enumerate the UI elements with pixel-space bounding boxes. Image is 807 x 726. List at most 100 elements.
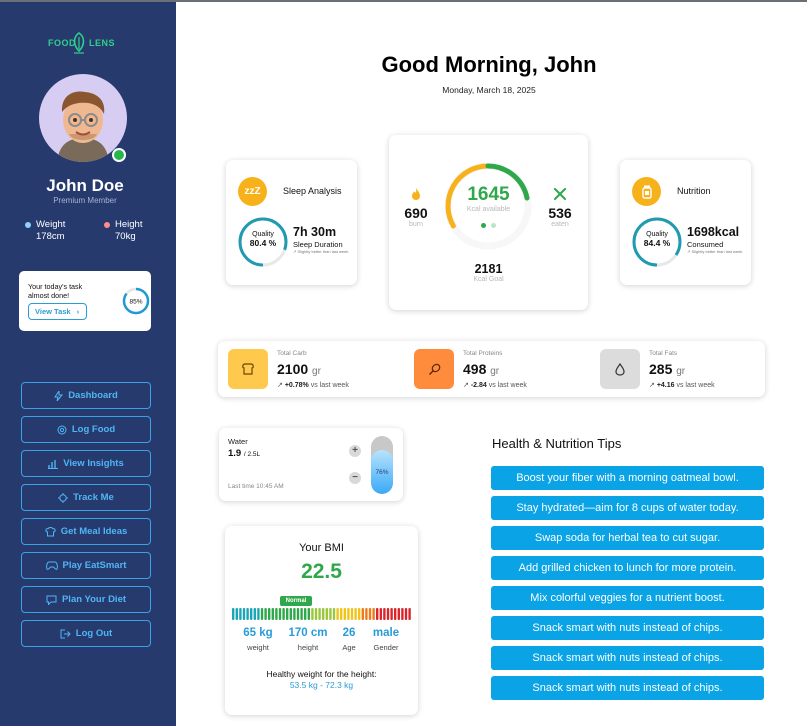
- bmi-scale-segment: [329, 608, 332, 620]
- bmi-scale-segment: [304, 608, 307, 620]
- macro-proteins-trend: ↗ -2.84 vs last week: [463, 382, 527, 389]
- bmi-scale-segment: [300, 608, 303, 620]
- nav-plan-your-diet[interactable]: Plan Your Diet: [21, 586, 151, 613]
- nav-log-food[interactable]: Log Food: [21, 416, 151, 443]
- bmi-age-value: 26: [342, 627, 356, 639]
- sleep-duration-value: 7h 30m: [293, 225, 337, 239]
- nutrition-card[interactable]: Nutrition Quality 84.4 % 1698kcal Consum…: [620, 160, 751, 285]
- task-progress-ring: 85%: [122, 287, 150, 315]
- tip-item[interactable]: Add grilled chicken to lunch for more pr…: [491, 556, 764, 580]
- bmi-scale-segment: [275, 608, 278, 620]
- nutrition-title: Nutrition: [677, 186, 711, 196]
- tip-item[interactable]: Mix colorful veggies for a nutrient boos…: [491, 586, 764, 610]
- nutrition-consumed-value: 1698kcal: [687, 225, 740, 239]
- bmi-scale-segment: [322, 608, 325, 620]
- nav-track-me[interactable]: Track Me: [21, 484, 151, 511]
- app-logo[interactable]: FOOD LENS: [48, 32, 128, 54]
- bmi-scale-segment: [282, 608, 285, 620]
- page-date: Monday, March 18, 2025: [442, 85, 536, 95]
- tip-item[interactable]: Snack smart with nuts instead of chips.: [491, 646, 764, 670]
- height-stat: Height 70kg: [104, 219, 142, 243]
- bmi-scale-bar: [232, 608, 411, 620]
- kcal-goal-label: Kcal Goal: [473, 276, 504, 283]
- nav-log-out[interactable]: Log Out: [21, 620, 151, 647]
- eaten-stat: 536 eaten: [540, 187, 580, 228]
- crosshair-icon: [58, 492, 69, 503]
- logo-text-right: LENS: [89, 38, 116, 48]
- tip-item[interactable]: Swap soda for herbal tea to cut sugar.: [491, 526, 764, 550]
- bmi-gender-label: Gender: [373, 643, 399, 652]
- bmi-scale-segment: [401, 608, 404, 620]
- carousel-dot-active[interactable]: [481, 223, 486, 228]
- nav-view-insights-label: View Insights: [63, 458, 124, 469]
- nav-view-insights[interactable]: View Insights: [21, 450, 151, 477]
- bmi-scale-segment: [278, 608, 282, 620]
- bmi-scale-segment: [296, 608, 300, 620]
- view-task-label: View Task: [35, 307, 71, 316]
- bmi-scale-segment: [311, 608, 314, 620]
- view-task-button[interactable]: View Task ›: [28, 303, 87, 320]
- burn-stat: 690 burn: [396, 187, 436, 228]
- nav-play-eatsmart-label: Play EatSmart: [62, 560, 127, 571]
- sleep-title: Sleep Analysis: [283, 186, 342, 196]
- carousel-dots[interactable]: [481, 223, 501, 229]
- bmi-scale-segment: [343, 608, 346, 620]
- macro-carb-label: Total Carb: [277, 350, 307, 357]
- height-dot-icon: [104, 222, 110, 228]
- bmi-scale-segment: [404, 608, 408, 620]
- user-tier: Premium Member: [53, 196, 117, 205]
- nutrition-quality-value: 84.4 %: [643, 238, 671, 248]
- nav-play-eatsmart[interactable]: Play EatSmart: [21, 552, 151, 579]
- bmi-scale-segment: [286, 608, 289, 620]
- sleep-trend-note: ↗ Slightly better than last week: [293, 249, 349, 254]
- water-plus-button[interactable]: +: [349, 445, 361, 457]
- water-minus-button[interactable]: −: [349, 472, 361, 484]
- bar-chart-icon: [48, 459, 59, 469]
- chevron-right-icon: ›: [76, 307, 80, 316]
- bmi-age-label: Age: [342, 643, 356, 652]
- macro-fats-value: 285 gr: [649, 361, 686, 377]
- bmi-scale-segment: [271, 608, 274, 620]
- leaf-pin-icon: [73, 32, 85, 54]
- water-last-time: Last time 10:45 AM: [228, 483, 284, 490]
- tip-item[interactable]: Boost your fiber with a morning oatmeal …: [491, 466, 764, 490]
- bmi-scale-segment: [253, 608, 256, 620]
- bmi-scale-segment: [390, 608, 393, 620]
- nav-get-meal-ideas[interactable]: Get Meal Ideas: [21, 518, 151, 545]
- bmi-scale-segment: [368, 608, 372, 620]
- task-progress-label: 85%: [129, 299, 142, 306]
- water-card: Water 1.9 / 2.5L Last time 10:45 AM + − …: [219, 428, 403, 501]
- nav-dashboard[interactable]: Dashboard: [21, 382, 151, 409]
- burn-label: burn: [408, 221, 423, 228]
- drop-icon: [600, 349, 640, 389]
- macros-card: Total Carb 2100 gr ↗ +0.78% vs last week…: [218, 341, 765, 397]
- sleep-zzz-icon: zzZ: [238, 177, 267, 206]
- kcal-goal-value: 2181: [474, 262, 503, 276]
- bmi-scale-segment: [332, 608, 336, 620]
- bmi-scale-segment: [307, 608, 310, 620]
- water-percent: 76%: [375, 469, 389, 476]
- lightning-icon: [54, 390, 64, 401]
- carousel-dot[interactable]: [491, 223, 496, 228]
- sleep-quality: Quality 80.4 %: [237, 230, 289, 248]
- page-title: Good Morning, John: [381, 52, 597, 77]
- bmi-scale-segment: [361, 608, 364, 620]
- tip-item[interactable]: Snack smart with nuts instead of chips.: [491, 676, 764, 700]
- bmi-scale-segment: [260, 608, 264, 620]
- sleep-quality-label: Quality: [252, 231, 274, 238]
- bmi-scale-segment: [354, 608, 357, 620]
- tip-item[interactable]: Snack smart with nuts instead of chips.: [491, 616, 764, 640]
- tip-item[interactable]: Stay hydrated—aim for 8 cups of water to…: [491, 496, 764, 520]
- bmi-scale-segment: [246, 608, 249, 620]
- bmi-scale-segment: [350, 608, 354, 620]
- sleep-analysis-card[interactable]: zzZ Sleep Analysis Quality 80.4 % 7h 30m…: [226, 160, 357, 285]
- macro-carb-trend: ↗ +0.78% vs last week: [277, 382, 349, 389]
- burn-value: 690: [404, 205, 428, 221]
- bmi-weight-label: weight: [247, 643, 269, 652]
- bmi-scale-segment: [239, 608, 242, 620]
- nutrition-quality-label: Quality: [646, 231, 668, 238]
- chat-icon: [46, 595, 57, 605]
- macro-proteins-value: 498 gr: [463, 361, 500, 377]
- water-title: Water: [228, 437, 248, 446]
- calories-card[interactable]: 1645 Kcal available 690 burn 536 eaten 2…: [389, 135, 588, 310]
